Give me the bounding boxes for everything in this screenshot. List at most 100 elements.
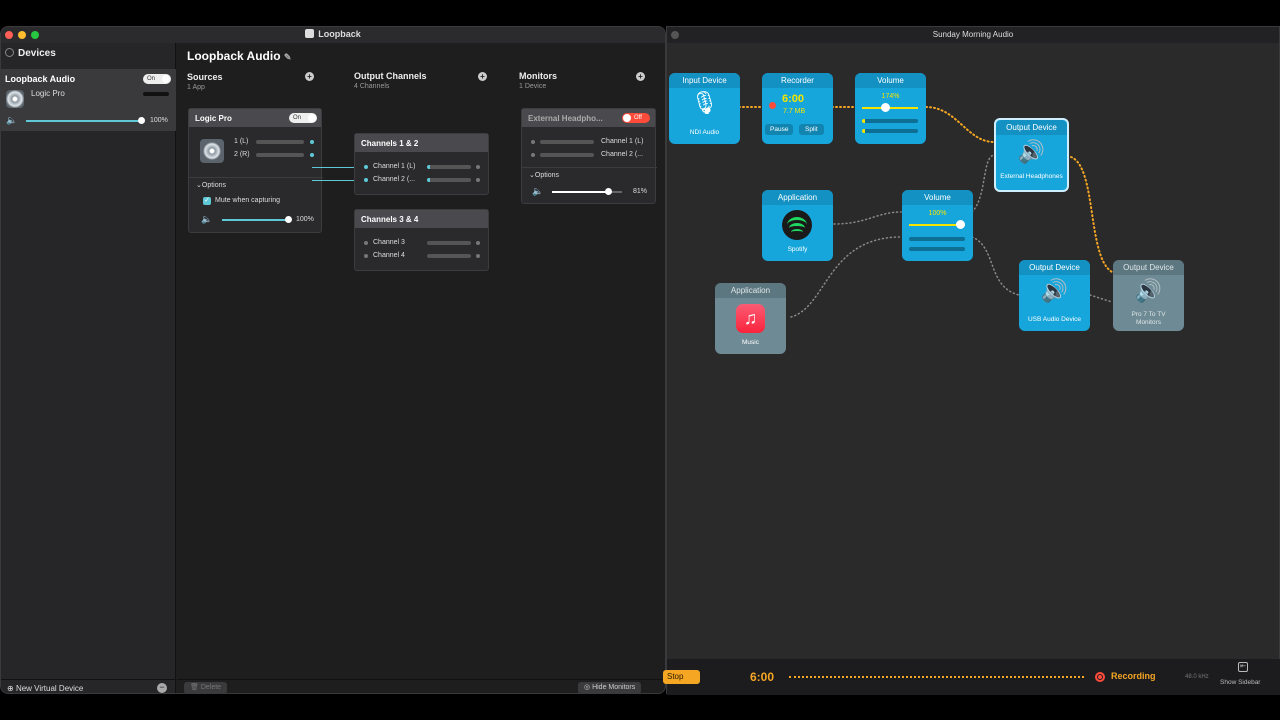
wire-volume2-usb	[971, 236, 1020, 296]
channel-1-input-port[interactable]	[364, 165, 368, 169]
monitors-heading: Monitors	[519, 71, 557, 81]
speaker-icon: 🔊	[1134, 278, 1163, 303]
block-header: Volume	[902, 190, 973, 205]
channel-1-monitor-port[interactable]	[476, 165, 480, 169]
application-block-music[interactable]: Application ♫ Music	[715, 283, 786, 354]
volume-block-1[interactable]: Volume 174%	[855, 73, 926, 144]
pencil-icon[interactable]: ✎	[284, 52, 292, 62]
delete-button[interactable]: 🗑 Delete	[184, 682, 228, 693]
mute-checkbox[interactable]: ✓	[203, 197, 211, 205]
block-caption: Music	[742, 339, 759, 346]
options-disclosure[interactable]: ⌄Options	[196, 181, 226, 189]
devices-header-label: Devices	[18, 48, 56, 59]
block-header: Output Device	[1113, 260, 1184, 275]
split-button[interactable]: Split	[799, 124, 824, 135]
input-device-block[interactable]: Input Device 🎙 NDI Audio	[669, 73, 740, 144]
options-label: Options	[534, 172, 559, 179]
monitor-channel-1-meter	[540, 140, 594, 144]
options-label: Options	[201, 182, 226, 189]
remove-device-button[interactable]: −	[157, 683, 167, 693]
level-meter-left	[909, 237, 965, 241]
output-channels-heading: Output Channels	[354, 71, 427, 81]
add-source-button[interactable]: +	[305, 72, 314, 81]
channel-2-output-port[interactable]	[310, 153, 314, 157]
add-monitor-button[interactable]: +	[636, 72, 645, 81]
block-header: Recorder	[762, 73, 833, 88]
application-block-spotify[interactable]: Application Spotify	[762, 190, 833, 261]
sources-heading: Sources	[187, 72, 223, 82]
monitor-volume-slider[interactable]	[552, 191, 608, 193]
monitor-off-toggle[interactable]: Off	[622, 113, 650, 123]
block-caption: Pro 7 To TV Monitors	[1131, 311, 1166, 326]
channel-4-input-port[interactable]	[364, 254, 368, 258]
volume-block-2[interactable]: Volume 100%	[902, 190, 973, 261]
source-on-toggle[interactable]: On	[289, 113, 317, 123]
show-sidebar-button[interactable]: Show Sidebar	[1220, 679, 1260, 686]
toggle-knob	[308, 114, 316, 122]
timeline-track	[789, 676, 1084, 678]
output-device-block-usb[interactable]: Output Device 🔊 USB Audio Device	[1019, 260, 1090, 331]
block-caption: NDI Audio	[689, 129, 720, 136]
recorder-block[interactable]: Recorder 6:00 7.7 MB Pause Split	[762, 73, 833, 144]
channel-3-input-port[interactable]	[364, 241, 368, 245]
monitor-volume-knob[interactable]	[605, 188, 612, 195]
block-header: Output Device	[1019, 260, 1090, 275]
device-volume-knob[interactable]	[138, 117, 145, 124]
device-volume-slider[interactable]	[26, 120, 142, 122]
speaker-icon: 🔊	[1017, 139, 1046, 164]
device-title[interactable]: Loopback Audio ✎	[187, 49, 291, 63]
block-header: Volume	[855, 73, 926, 88]
speaker-icon: 🔊	[1040, 278, 1069, 303]
source-channel-1: 1 (L)	[234, 138, 249, 145]
stop-button[interactable]: Stop	[663, 670, 700, 684]
source-toggle-label: On	[293, 115, 302, 121]
output-card-channels-1-2: Channels 1 & 2 Channel 1 (L) Channel 2 (…	[354, 133, 489, 195]
monitor-channel-1-port[interactable]	[531, 140, 535, 144]
output-card-channels-3-4: Channels 3 & 4 Channel 3 Channel 4	[354, 209, 489, 271]
new-virtual-device-label: New Virtual Device	[15, 684, 84, 693]
volume-knob[interactable]	[881, 103, 890, 112]
monitor-channel-2-meter	[540, 153, 594, 157]
output-card-title: Channels 3 & 4	[361, 215, 419, 224]
output-device-block-tv[interactable]: Output Device 🔊 Pro 7 To TV Monitors	[1113, 260, 1184, 331]
output-channel-3: Channel 3	[373, 239, 405, 246]
monitor-channel-2-port[interactable]	[531, 153, 535, 157]
microphone-icon: 🎙	[690, 90, 719, 115]
session-time: 6:00	[750, 670, 775, 684]
channel-2-monitor-port[interactable]	[476, 178, 480, 182]
sources-count: 1 App	[187, 84, 205, 91]
device-row-loopback-audio[interactable]: Loopback Audio On Logic Pro 🔈 100%	[1, 69, 176, 131]
loopback-window: Loopback Devices Loopback Audio On Logic…	[0, 26, 666, 694]
channel-1-output-port[interactable]	[310, 140, 314, 144]
pause-button[interactable]: Pause	[765, 124, 794, 135]
sidebar-toggle-icon[interactable]: ⇤	[1238, 662, 1248, 672]
new-virtual-device-button[interactable]: ⊕ New Virtual Device	[7, 684, 83, 693]
output-channels-count: 4 Channels	[354, 83, 390, 90]
level-meter-right	[862, 129, 918, 133]
options-disclosure[interactable]: ⌄Options	[529, 171, 559, 179]
volume-knob[interactable]	[956, 220, 965, 229]
output-card-title: Channels 1 & 2	[361, 139, 419, 148]
window-title-text: Loopback	[318, 29, 361, 39]
hide-monitors-button[interactable]: ◎ Hide Monitors	[578, 682, 642, 693]
source-volume-slider[interactable]	[222, 219, 288, 221]
source-volume-knob[interactable]	[285, 216, 292, 223]
monitor-card-external-headphones: External Headpho... Off Channel 1 (L) Ch…	[521, 108, 657, 204]
channel-2-input-port[interactable]	[364, 178, 368, 182]
spotify-icon	[782, 210, 812, 240]
source-volume-value: 100%	[296, 216, 314, 223]
device-editor: Loopback Audio ✎ Sources 1 App + Output …	[177, 43, 665, 693]
add-output-channels-button[interactable]: +	[478, 72, 487, 81]
block-header: Input Device	[669, 73, 740, 88]
wire-volume2-output	[971, 154, 995, 213]
channel-4-monitor-port[interactable]	[476, 254, 480, 258]
source-channel-2: 2 (R)	[234, 151, 250, 158]
monitor-name: External Headpho...	[528, 114, 603, 123]
volume-slider[interactable]	[862, 107, 918, 109]
mute-label: Mute when capturing	[215, 197, 280, 204]
block-header: Application	[762, 190, 833, 205]
divider	[522, 167, 657, 168]
device-on-toggle[interactable]: On	[143, 74, 171, 84]
channel-3-monitor-port[interactable]	[476, 241, 480, 245]
output-device-block-external-headphones[interactable]: Output Device 🔊 External Headphones	[994, 118, 1069, 192]
